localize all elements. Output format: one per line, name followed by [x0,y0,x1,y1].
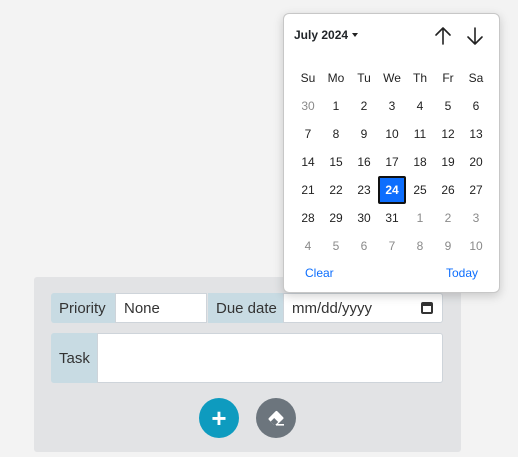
calendar-day[interactable]: 18 [406,148,434,176]
calendar-day[interactable]: 6 [350,232,378,260]
weekday-header: Th [412,71,427,85]
clear-date-button[interactable]: Clear [305,266,334,280]
calendar-day[interactable]: 14 [294,148,322,176]
calendar-day[interactable]: 20 [462,148,490,176]
calendar-day[interactable]: 21 [294,176,322,204]
due-date-label: Due date [208,293,283,323]
calendar-grid: Su Mo Tu We Th Fr Sa 30 1 2 3 4 5 6 7 8 9 10 11 12 13 14 15 16 1… [294,64,490,260]
arrow-down-icon[interactable] [464,25,486,47]
eraser-icon [268,410,284,426]
calendar-day[interactable]: 8 [322,120,350,148]
calendar-day[interactable]: 1 [322,92,350,120]
plus-icon: + [211,403,227,433]
calendar-day[interactable]: 7 [294,120,322,148]
weekday-header: Tu [357,71,371,85]
priority-select[interactable]: None [115,293,207,323]
calendar-day[interactable]: 9 [350,120,378,148]
task-input[interactable] [97,333,443,383]
calendar-day-selected[interactable]: 24 [378,176,406,204]
due-date-input[interactable]: mm/dd/yyyy [283,293,443,323]
weekday-header: Fr [442,71,454,85]
calendar-day[interactable]: 1 [406,204,434,232]
calendar-day[interactable]: 5 [434,92,462,120]
todo-form-panel: Priority None Due date mm/dd/yyyy Task + [34,277,461,452]
calendar-day[interactable]: 6 [462,92,490,120]
calendar-day[interactable]: 2 [434,204,462,232]
calendar-day[interactable]: 29 [322,204,350,232]
task-label: Task [51,333,97,383]
calendar-day[interactable]: 3 [378,92,406,120]
calendar-day[interactable]: 9 [434,232,462,260]
calendar-day[interactable]: 10 [378,120,406,148]
calendar-day[interactable]: 28 [294,204,322,232]
weekday-header: Su [300,71,316,85]
add-task-button[interactable]: + [199,398,239,438]
calendar-day[interactable]: 5 [322,232,350,260]
calendar-day[interactable]: 16 [350,148,378,176]
calendar-day[interactable]: 11 [406,120,434,148]
arrow-up-icon[interactable] [432,25,454,47]
calendar-day[interactable]: 12 [434,120,462,148]
calendar-day[interactable]: 15 [322,148,350,176]
due-date-placeholder: mm/dd/yyyy [292,299,373,317]
calendar-day[interactable]: 10 [462,232,490,260]
calendar-day[interactable]: 27 [462,176,490,204]
weekday-header: We [383,71,401,85]
caret-down-icon [352,33,359,37]
calendar-day[interactable]: 8 [406,232,434,260]
month-year-label: July 2024 [294,28,349,42]
weekday-header: Sa [468,71,484,85]
calendar-day[interactable]: 25 [406,176,434,204]
calendar-day[interactable]: 3 [462,204,490,232]
calendar-day[interactable]: 13 [462,120,490,148]
calendar-day[interactable]: 4 [294,232,322,260]
calendar-day[interactable]: 26 [434,176,462,204]
calendar-day[interactable]: 30 [294,92,322,120]
datepicker-popup: July 2024 Su Mo Tu We Th Fr Sa 30 1 2 3 4 5 6 7 8 9 10 11 1… [283,13,500,293]
calendar-day[interactable]: 31 [378,204,406,232]
calendar-day[interactable]: 30 [350,204,378,232]
clear-form-button[interactable] [256,398,296,438]
calendar-day[interactable]: 2 [350,92,378,120]
today-button[interactable]: Today [446,266,478,280]
priority-label: Priority [51,293,115,323]
calendar-day[interactable]: 23 [350,176,378,204]
calendar-day[interactable]: 17 [378,148,406,176]
calendar-day[interactable]: 19 [434,148,462,176]
calendar-day[interactable]: 22 [322,176,350,204]
calendar-icon[interactable] [421,302,433,314]
weekday-header: Mo [327,71,345,85]
calendar-day[interactable]: 7 [378,232,406,260]
month-year-selector[interactable]: July 2024 [294,28,359,42]
calendar-day[interactable]: 4 [406,92,434,120]
